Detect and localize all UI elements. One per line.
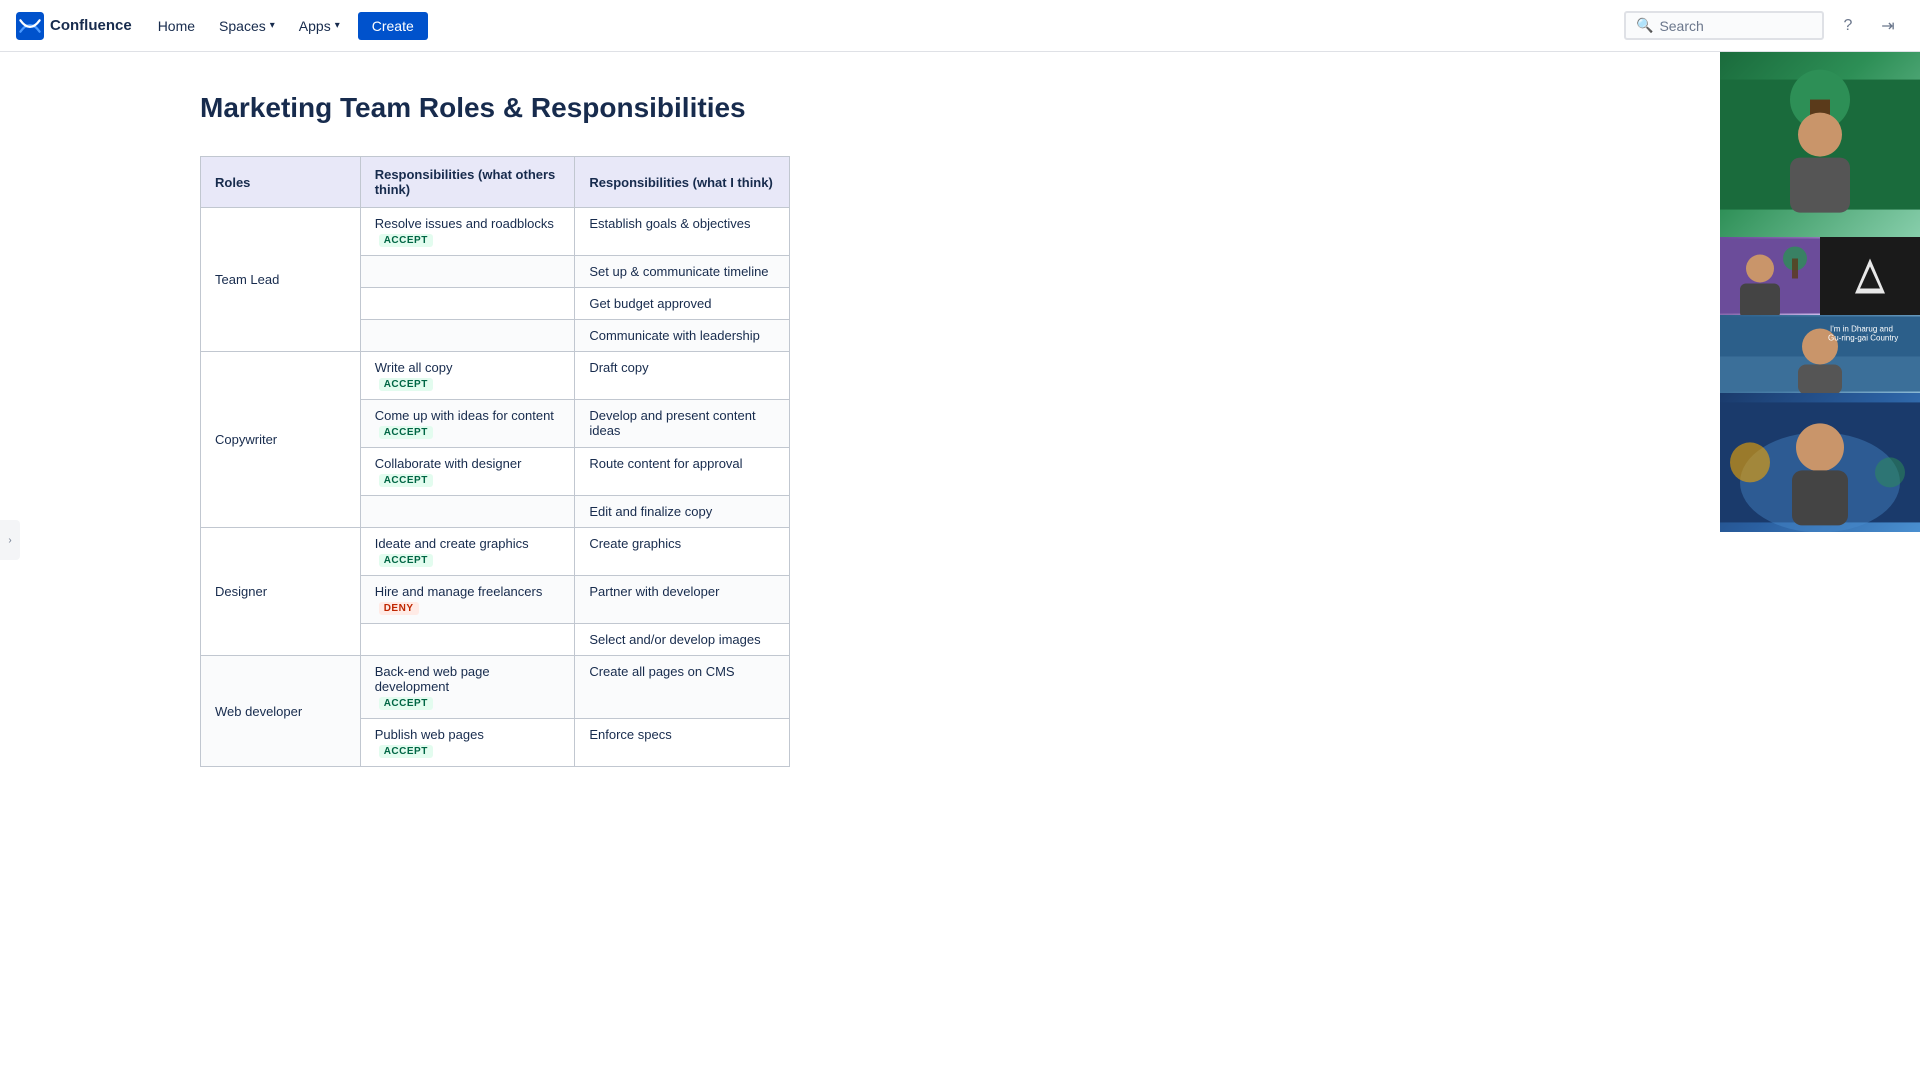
resp-others-cell: Back-end web page developmentACCEPT [360,656,575,719]
resp-others-cell: Come up with ideas for contentACCEPT [360,400,575,448]
nav-home[interactable]: Home [148,12,205,40]
video-tile-1 [1720,52,1920,237]
video-panel: I'm in Dharug and Gu-ring-gai Country [1720,52,1920,532]
col-header-roles: Roles [201,157,361,208]
nav-apps[interactable]: Apps ▾ [289,12,350,40]
status-badge: DENY [379,602,419,615]
col-header-resp-others: Responsibilities (what others think) [360,157,575,208]
status-badge: ACCEPT [379,554,433,567]
svg-text:Gu-ring-gai Country: Gu-ring-gai Country [1828,334,1898,343]
table-row: Team LeadResolve issues and roadblocksAC… [201,208,790,256]
resp-others-cell: Publish web pagesACCEPT [360,719,575,767]
resp-others-cell: Write all copyACCEPT [360,352,575,400]
resp-others-cell [360,256,575,288]
create-button[interactable]: Create [358,12,428,40]
role-cell: Web developer [201,656,361,767]
role-cell: Copywriter [201,352,361,528]
resp-others-cell: Collaborate with designerACCEPT [360,448,575,496]
help-button[interactable]: ? [1832,10,1864,42]
status-badge: ACCEPT [379,474,433,487]
search-box[interactable]: 🔍 Search [1624,11,1824,40]
confluence-logo-icon [16,12,44,40]
resp-mine-cell: Establish goals & objectives [575,208,790,256]
video-grid: I'm in Dharug and Gu-ring-gai Country [1720,237,1920,393]
navbar: Confluence Home Spaces ▾ Apps ▾ Create 🔍… [0,0,1920,52]
resp-others-cell [360,496,575,528]
status-badge: ACCEPT [379,234,433,247]
resp-mine-cell: Enforce specs [575,719,790,767]
resp-mine-cell: Select and/or develop images [575,624,790,656]
role-cell: Team Lead [201,208,361,352]
video-grid-tile-4: I'm in Dharug and Gu-ring-gai Country [1720,315,1920,393]
apps-chevron-icon: ▾ [335,20,340,31]
status-badge: ACCEPT [379,378,433,391]
search-placeholder: Search [1659,18,1703,34]
table-row: DesignerIdeate and create graphicsACCEPT… [201,528,790,576]
resp-mine-cell: Get budget approved [575,288,790,320]
resp-others-cell: Hire and manage freelancersDENY [360,576,575,624]
video-grid-tile-3 [1820,237,1920,315]
resp-mine-cell: Develop and present content ideas [575,400,790,448]
resp-mine-cell: Communicate with leadership [575,320,790,352]
sidebar-toggle[interactable]: › [0,520,20,560]
resp-others-cell: Ideate and create graphicsACCEPT [360,528,575,576]
table-row: Web developerBack-end web page developme… [201,656,790,719]
confluence-name: Confluence [50,17,132,34]
resp-mine-cell: Create all pages on CMS [575,656,790,719]
main-content: Marketing Team Roles & Responsibilities … [0,52,1240,827]
nav-items: Home Spaces ▾ Apps ▾ Create [148,12,428,40]
resp-others-cell [360,624,575,656]
video-tile-bottom [1720,393,1920,532]
role-cell: Designer [201,528,361,656]
confluence-logo[interactable]: Confluence [16,12,132,40]
resp-mine-cell: Set up & communicate timeline [575,256,790,288]
search-icon: 🔍 [1636,17,1653,34]
svg-text:I'm in Dharug and: I'm in Dharug and [1830,325,1893,334]
video-grid-tile-2 [1720,237,1820,315]
status-badge: ACCEPT [379,745,433,758]
col-header-resp-mine: Responsibilities (what I think) [575,157,790,208]
resp-others-cell [360,320,575,352]
resp-mine-cell: Draft copy [575,352,790,400]
responsibilities-table: Roles Responsibilities (what others thin… [200,156,790,767]
spaces-chevron-icon: ▾ [270,20,275,31]
page-title: Marketing Team Roles & Responsibilities [200,92,1180,124]
resp-others-cell [360,288,575,320]
nav-spaces[interactable]: Spaces ▾ [209,12,285,40]
resp-mine-cell: Partner with developer [575,576,790,624]
status-badge: ACCEPT [379,426,433,439]
table-row: CopywriterWrite all copyACCEPTDraft copy [201,352,790,400]
resp-mine-cell: Route content for approval [575,448,790,496]
navbar-right: 🔍 Search ? ⇥ [1624,10,1904,42]
status-badge: ACCEPT [379,697,433,710]
resp-others-cell: Resolve issues and roadblocksACCEPT [360,208,575,256]
login-button[interactable]: ⇥ [1872,10,1904,42]
resp-mine-cell: Create graphics [575,528,790,576]
resp-mine-cell: Edit and finalize copy [575,496,790,528]
